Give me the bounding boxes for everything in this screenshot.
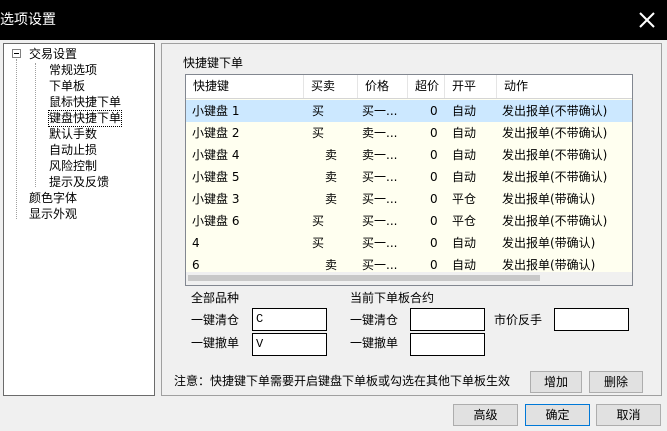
cell-key: 小键盘 6 (192, 214, 240, 228)
cell-open-close: 自动 (452, 126, 477, 140)
cell-price: 买一... (362, 192, 398, 206)
cell-action: 发出报单(不带确认) (502, 170, 608, 184)
cell-key: 小键盘 3 (192, 192, 240, 206)
column-header-open-close[interactable]: 开平 (445, 75, 497, 98)
table-row[interactable]: 小键盘 6 买 买一... 0 平仓 发出报单(不带确认) (186, 210, 632, 232)
cell-price: 卖一... (362, 148, 398, 162)
current-clear-position-label: 一键清仓 (350, 313, 399, 327)
cell-price: 买一... (362, 170, 398, 184)
column-header-over-price[interactable]: 超价 (408, 75, 445, 98)
tree-item-display-appearance[interactable]: 显示外观 (29, 207, 77, 222)
table-row[interactable]: 4 买 买一... 0 自动 发出报单(带确认) (186, 232, 632, 254)
cell-key: 小键盘 2 (192, 126, 240, 140)
tree-item-general-options[interactable]: 常规选项 (49, 63, 97, 78)
market-reverse-label: 市价反手 (494, 313, 543, 327)
cell-key: 小键盘 4 (192, 148, 240, 162)
tree-item-color-font[interactable]: 颜色字体 (29, 191, 77, 206)
cell-open-close: 自动 (452, 104, 477, 118)
cell-open-close: 平仓 (452, 192, 477, 206)
hotkey-group-title: 快捷键下单 (183, 56, 244, 70)
cell-side: 买 (312, 214, 325, 228)
cell-side: 买 (312, 236, 325, 250)
delete-button[interactable]: 删除 (589, 371, 643, 393)
title-bar: 选项设置 (0, 0, 667, 40)
cell-over-price: 0 (430, 148, 438, 162)
cell-over-price: 0 (430, 214, 438, 228)
cell-price: 买一... (362, 236, 398, 250)
table-row[interactable]: 小键盘 5 卖 买一... 0 自动 发出报单(不带确认) (186, 166, 632, 188)
window-title: 选项设置 (0, 12, 56, 28)
close-icon[interactable] (637, 10, 657, 30)
advanced-button[interactable]: 高级 (453, 404, 518, 426)
all-cancel-orders-label: 一键撤单 (191, 336, 240, 350)
cell-price: 卖一... (362, 126, 398, 140)
cell-over-price: 0 (430, 126, 438, 140)
cell-action: 发出报单(不带确认) (502, 214, 608, 228)
all-cancel-orders-input[interactable]: V (252, 333, 327, 356)
tree-item-trading-settings[interactable]: 交易设置 (29, 47, 77, 62)
hotkey-note: 注意：快捷键下单需要开启键盘下单板或勾选在其他下单板生效 (174, 374, 511, 388)
cell-key: 4 (192, 236, 200, 250)
market-reverse-input[interactable] (554, 308, 629, 331)
table-header: 快捷键 买卖 价格 超价 开平 动作 (186, 75, 632, 99)
cell-over-price: 0 (430, 236, 438, 250)
table-row[interactable]: 小键盘 3 卖 买一... 0 平仓 发出报单(带确认) (186, 188, 632, 210)
column-header-price[interactable]: 价格 (358, 75, 408, 98)
cell-action: 发出报单(不带确认) (502, 148, 608, 162)
table-row[interactable]: 小键盘 2 买 卖一... 0 自动 发出报单(不带确认) (186, 122, 632, 144)
cell-side: 买 (312, 104, 325, 118)
current-cancel-orders-input[interactable] (410, 333, 485, 356)
tree-item-mouse-quick-order[interactable]: 鼠标快捷下单 (49, 95, 121, 110)
add-button[interactable]: 增加 (530, 371, 582, 393)
tree-connector (16, 59, 17, 219)
cell-price: 买一... (362, 104, 398, 118)
cell-open-close: 自动 (452, 148, 477, 162)
table-row[interactable]: 小键盘 4 卖 卖一... 0 自动 发出报单(不带确认) (186, 144, 632, 166)
tree-item-risk-control[interactable]: 风险控制 (49, 159, 97, 174)
all-clear-position-label: 一键清仓 (191, 313, 240, 327)
current-clear-position-input[interactable] (410, 308, 485, 331)
cell-price: 买一... (362, 214, 398, 228)
current-cancel-orders-label: 一键撤单 (350, 336, 399, 350)
cancel-button[interactable]: 取消 (596, 404, 661, 426)
cell-action: 发出报单(不带确认) (502, 126, 608, 140)
cell-key: 小键盘 1 (192, 104, 240, 118)
cell-action: 发出报单(带确认) (502, 236, 596, 250)
cell-open-close: 自动 (452, 236, 477, 250)
current-contract-title: 当前下单板合约 (350, 291, 435, 305)
cell-open-close: 自动 (452, 170, 477, 184)
cell-key: 小键盘 5 (192, 170, 240, 184)
cell-side: 卖 (325, 170, 338, 184)
cell-open-close: 平仓 (452, 214, 477, 228)
column-header-key[interactable]: 快捷键 (186, 75, 304, 98)
tree-connector (35, 63, 36, 187)
tree-item-keyboard-quick-order[interactable]: 键盘快捷下单 (47, 110, 123, 127)
ok-button[interactable]: 确定 (525, 404, 590, 426)
cell-over-price: 0 (430, 104, 438, 118)
scrollbar-thumb[interactable] (188, 275, 540, 281)
cell-over-price: 0 (430, 192, 438, 206)
tree-item-order-panel[interactable]: 下单板 (49, 79, 85, 94)
cell-action: 发出报单(不带确认) (502, 104, 608, 118)
cell-over-price: 0 (430, 170, 438, 184)
tree-item-auto-stop-loss[interactable]: 自动止损 (49, 143, 97, 158)
horizontal-scrollbar[interactable] (186, 272, 632, 285)
cell-action: 发出报单(带确认) (502, 192, 596, 206)
cell-side: 买 (312, 126, 325, 140)
table-row[interactable]: 小键盘 1 买 买一... 0 自动 发出报单(不带确认) (186, 100, 632, 122)
cell-side: 卖 (325, 148, 338, 162)
tree-item-default-lots[interactable]: 默认手数 (49, 127, 97, 142)
collapse-toggle-icon[interactable] (12, 49, 21, 58)
column-header-action[interactable]: 动作 (497, 75, 632, 98)
hotkey-table[interactable]: 快捷键 买卖 价格 超价 开平 动作 小键盘 1 买 买一... 0 自动 发出… (185, 74, 633, 286)
cell-side: 卖 (325, 192, 338, 206)
column-header-side[interactable]: 买卖 (304, 75, 358, 98)
all-products-title: 全部品种 (191, 291, 240, 305)
tree-item-prompt-feedback[interactable]: 提示及反馈 (49, 175, 109, 190)
all-clear-position-input[interactable]: C (252, 308, 327, 331)
